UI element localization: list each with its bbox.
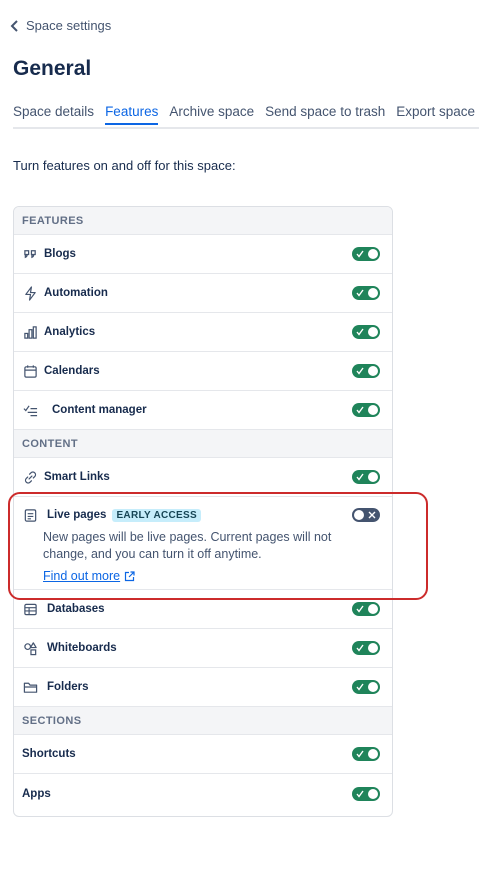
content-row-live-pages: Live pages EARLY ACCESS New pages will b…	[14, 497, 392, 590]
find-out-more-label: Find out more	[43, 569, 121, 583]
tab-features[interactable]: Features	[105, 104, 159, 125]
folder-icon	[22, 679, 38, 695]
live-pages-toggle[interactable]	[352, 508, 380, 522]
check-icon	[356, 683, 364, 691]
chevron-left-icon	[10, 19, 18, 32]
whiteboards-toggle[interactable]	[352, 641, 380, 655]
page-icon	[22, 507, 38, 523]
blogs-toggle[interactable]	[352, 247, 380, 261]
section-row-shortcuts: Shortcuts	[14, 735, 392, 774]
content-row-whiteboards: Whiteboards	[14, 629, 392, 668]
tabs-divider	[13, 127, 479, 129]
check-icon	[356, 289, 364, 297]
smart-links-toggle[interactable]	[352, 470, 380, 484]
check-icon	[356, 644, 364, 652]
live-pages-label: Live pages	[47, 509, 107, 521]
feature-row-automation: Automation	[14, 274, 392, 313]
checklist-icon	[22, 402, 38, 418]
toggle-knob	[368, 472, 378, 482]
content-row-databases: Databases	[14, 590, 392, 629]
content-manager-toggle[interactable]	[352, 403, 380, 417]
link-icon	[22, 469, 38, 485]
toggle-knob	[368, 405, 378, 415]
table-icon	[22, 601, 38, 617]
toggle-knob	[368, 788, 378, 799]
shortcuts-label: Shortcuts	[22, 748, 76, 760]
feature-label: Automation	[44, 287, 108, 299]
check-icon	[356, 250, 364, 258]
check-icon	[356, 328, 364, 336]
feature-row-calendars: Calendars	[14, 352, 392, 391]
feature-label: Analytics	[44, 326, 96, 338]
analytics-toggle[interactable]	[352, 325, 380, 339]
apps-toggle[interactable]	[352, 786, 380, 801]
shortcuts-toggle[interactable]	[352, 747, 380, 761]
x-icon	[368, 511, 376, 519]
section-row-apps: Apps	[14, 774, 392, 813]
feature-row-analytics: Analytics	[14, 313, 392, 352]
content-row-smart-links: Smart Links	[14, 458, 392, 497]
feature-row-content-manager: Content manager	[14, 391, 392, 430]
automation-toggle[interactable]	[352, 286, 380, 300]
whiteboards-label: Whiteboards	[47, 642, 117, 654]
toggle-knob	[368, 604, 378, 614]
page-title: General	[13, 57, 92, 80]
check-icon	[356, 790, 364, 798]
databases-toggle[interactable]	[352, 602, 380, 616]
calendars-toggle[interactable]	[352, 364, 380, 378]
toggle-knob	[354, 510, 364, 520]
smart-links-label: Smart Links	[44, 471, 110, 483]
tab-space-details[interactable]: Space details	[13, 104, 94, 125]
check-icon	[356, 750, 364, 758]
tab-bar: Space details Features Archive space Send s…	[13, 104, 479, 128]
find-out-more-link[interactable]: Find out more	[43, 569, 135, 583]
back-label: Space settings	[26, 18, 112, 33]
quote-icon	[22, 246, 38, 262]
live-pages-description: New pages will be live pages. Current pa…	[43, 530, 332, 561]
check-icon	[356, 605, 364, 613]
feature-row-blogs: Blogs	[14, 235, 392, 274]
lightning-icon	[22, 285, 38, 301]
intro-text: Turn features on and off for this space:	[13, 158, 236, 173]
check-icon	[356, 367, 364, 375]
toggle-knob	[368, 682, 378, 692]
external-link-icon	[125, 570, 135, 581]
features-panel: FEATURES Blogs Automation Analytics Cale…	[13, 206, 393, 817]
toggle-knob	[368, 643, 378, 653]
tab-export-space[interactable]: Export space	[396, 104, 475, 125]
toggle-knob	[368, 288, 378, 298]
check-icon	[356, 473, 364, 481]
section-header-content: CONTENT	[14, 430, 392, 458]
content-row-folders: Folders	[14, 668, 392, 707]
calendar-icon	[22, 363, 38, 379]
folders-label: Folders	[47, 681, 89, 693]
databases-label: Databases	[47, 603, 105, 615]
tab-archive-space[interactable]: Archive space	[169, 104, 254, 125]
folders-toggle[interactable]	[352, 680, 380, 694]
section-header-sections: SECTIONS	[14, 707, 392, 735]
tab-send-to-trash[interactable]: Send space to trash	[265, 104, 385, 125]
toggle-knob	[368, 327, 378, 337]
feature-label: Content manager	[52, 404, 147, 416]
feature-label: Blogs	[44, 248, 76, 260]
bar-chart-icon	[22, 324, 38, 340]
shapes-icon	[22, 640, 38, 656]
feature-label: Calendars	[44, 365, 100, 377]
toggle-knob	[368, 749, 378, 759]
toggle-knob	[368, 366, 378, 376]
early-access-badge: EARLY ACCESS	[112, 508, 201, 522]
back-link[interactable]: Space settings	[10, 18, 111, 33]
apps-label: Apps	[22, 787, 51, 800]
toggle-knob	[368, 249, 378, 259]
check-icon	[356, 406, 364, 414]
section-header-features: FEATURES	[14, 207, 392, 235]
